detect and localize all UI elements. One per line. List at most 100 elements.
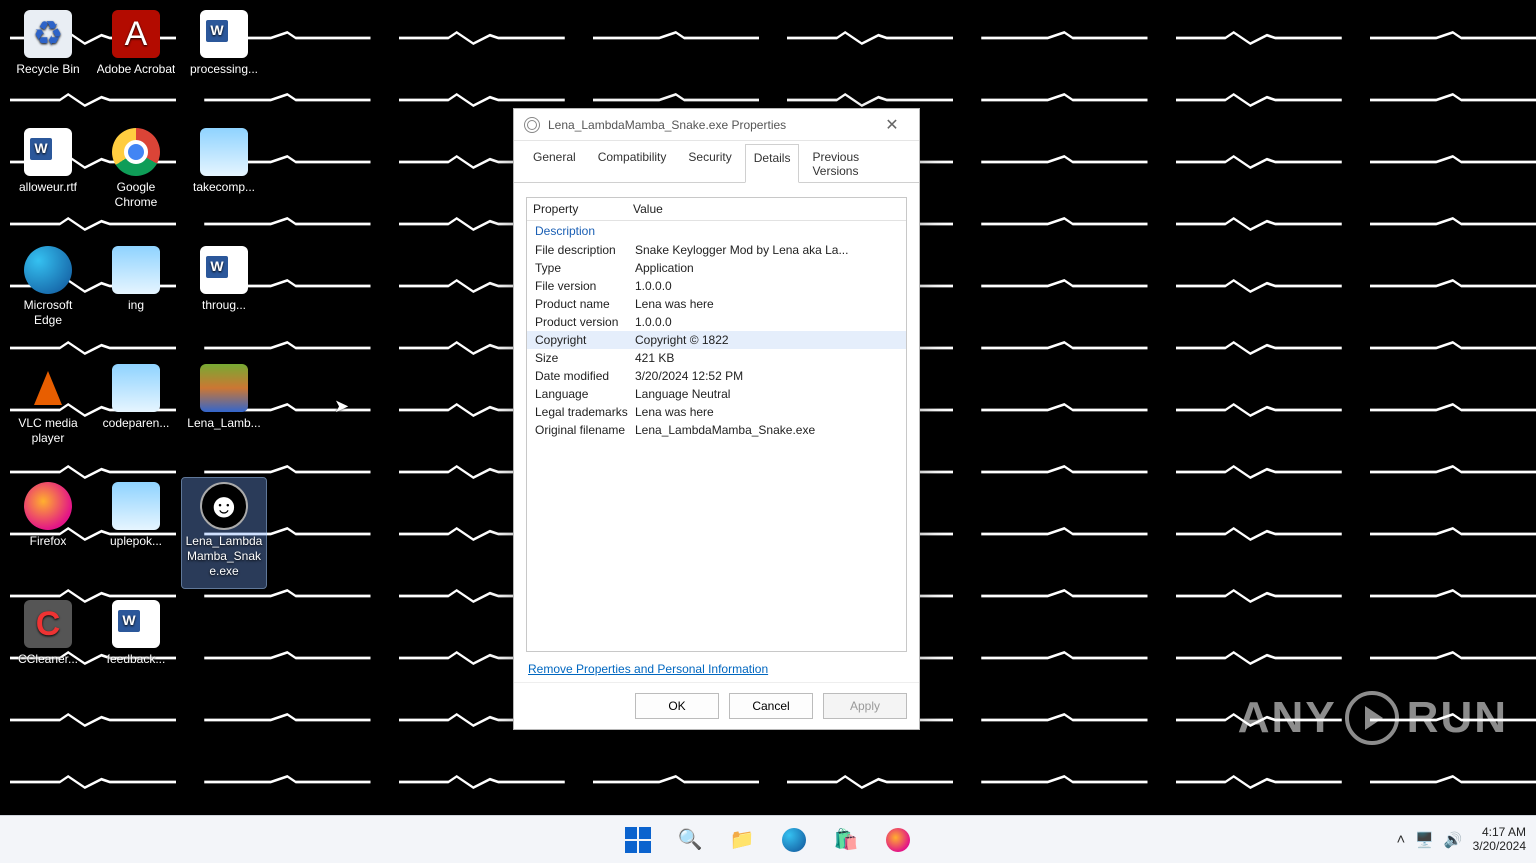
icon-label: takecomp...	[193, 180, 255, 195]
desktop-icon-12[interactable]: Firefox	[6, 478, 90, 588]
acro-icon: A	[112, 10, 160, 58]
desktop-icon-15[interactable]: C CCleaner...	[6, 596, 90, 706]
detail-row-4[interactable]: Product version1.0.0.0	[527, 313, 906, 331]
detail-prop: Product name	[535, 297, 635, 311]
detail-val: Language Neutral	[635, 387, 898, 401]
icon-label: Adobe Acrobat	[97, 62, 176, 77]
detail-val: 3/20/2024 12:52 PM	[635, 369, 898, 383]
desktop-icon-14[interactable]: ☻Lena_LambdaMamba_Snake.exe	[182, 478, 266, 588]
detail-row-7[interactable]: Date modified3/20/2024 12:52 PM	[527, 367, 906, 385]
desktop-icon-5[interactable]: takecomp...	[182, 124, 266, 234]
detail-val: 1.0.0.0	[635, 279, 898, 293]
detail-val: Lena was here	[635, 297, 898, 311]
desktop-icon-1[interactable]: A Adobe Acrobat	[94, 6, 178, 116]
system-tray[interactable]: ˄ 🖥️ 🔊	[1396, 831, 1462, 849]
desktop-icon-8[interactable]: throug...	[182, 242, 266, 352]
vlc-icon	[24, 364, 72, 412]
desktop-icon-11[interactable]: Lena_Lamb...	[182, 360, 266, 470]
pic-icon	[112, 364, 160, 412]
desktop-icon-3[interactable]: alloweur.rtf	[6, 124, 90, 234]
tab-previous-versions[interactable]: Previous Versions	[803, 143, 913, 182]
apply-button[interactable]: Apply	[823, 693, 907, 719]
detail-val: 1.0.0.0	[635, 315, 898, 329]
group-description: Description	[527, 221, 906, 241]
desktop-icon-10[interactable]: codeparen...	[94, 360, 178, 470]
dialog-title: Lena_LambdaMamba_Snake.exe Properties	[548, 118, 863, 132]
remove-properties-link[interactable]: Remove Properties and Personal Informati…	[526, 652, 907, 676]
detail-row-3[interactable]: Product nameLena was here	[527, 295, 906, 313]
col-property[interactable]: Property	[533, 202, 633, 216]
desktop-icons: ♻Recycle Bin A Adobe Acrobat processing... a…	[6, 6, 266, 706]
taskbar[interactable]: 🔍 📁 🛍️ ˄ 🖥️ 🔊 4:17 AM 3/20/2024	[0, 815, 1536, 863]
tab-general[interactable]: General	[524, 143, 585, 182]
detail-val: Copyright © 1822	[635, 333, 898, 347]
word-icon	[200, 246, 248, 294]
ok-button[interactable]: OK	[635, 693, 719, 719]
desktop-icon-7[interactable]: ing	[94, 242, 178, 352]
icon-label: feedback...	[107, 652, 166, 667]
tray-chevron-icon[interactable]: ˄	[1396, 831, 1405, 848]
desktop-icon-0[interactable]: ♻Recycle Bin	[6, 6, 90, 116]
desktop-icon-16[interactable]: feedback...	[94, 596, 178, 706]
fox-icon	[24, 482, 72, 530]
edge-icon	[24, 246, 72, 294]
desktop-icon-6[interactable]: Microsoft Edge	[6, 242, 90, 352]
icon-label: Microsoft Edge	[8, 298, 88, 328]
pic-icon	[112, 482, 160, 530]
detail-row-10[interactable]: Original filenameLena_LambdaMamba_Snake.…	[527, 421, 906, 439]
search-icon[interactable]: 🔍	[676, 826, 704, 854]
detail-prop: Language	[535, 387, 635, 401]
detail-row-5[interactable]: CopyrightCopyright © 1822	[527, 331, 906, 349]
icon-label: CCleaner...	[18, 652, 78, 667]
taskbar-clock[interactable]: 4:17 AM 3/20/2024	[1473, 826, 1526, 852]
word-icon	[200, 10, 248, 58]
detail-prop: Date modified	[535, 369, 635, 383]
volume-icon[interactable]: 🔊	[1444, 831, 1463, 849]
detail-row-6[interactable]: Size421 KB	[527, 349, 906, 367]
cc-icon: C	[24, 600, 72, 648]
detail-row-9[interactable]: Legal trademarksLena was here	[527, 403, 906, 421]
detail-prop: Legal trademarks	[535, 405, 635, 419]
close-button[interactable]: ✕	[871, 109, 913, 141]
play-icon	[1345, 691, 1399, 745]
desktop-icon-9[interactable]: VLC media player	[6, 360, 90, 470]
detail-row-1[interactable]: TypeApplication	[527, 259, 906, 277]
tab-security[interactable]: Security	[679, 143, 740, 182]
icon-label: ing	[128, 298, 144, 313]
network-icon[interactable]: 🖥️	[1415, 831, 1434, 849]
desktop-icon-2[interactable]: processing...	[182, 6, 266, 116]
explorer-icon[interactable]: 📁	[728, 826, 756, 854]
cancel-button[interactable]: Cancel	[729, 693, 813, 719]
taskbar-right: ˄ 🖥️ 🔊 4:17 AM 3/20/2024	[1396, 826, 1526, 852]
details-list[interactable]: Property Value Description File descript…	[526, 197, 907, 652]
detail-prop: Product version	[535, 315, 635, 329]
detail-val: Snake Keylogger Mod by Lena aka La...	[635, 243, 898, 257]
details-panel: Property Value Description File descript…	[514, 183, 919, 682]
dialog-buttons: OK Cancel Apply	[514, 682, 919, 729]
firefox-icon[interactable]	[884, 826, 912, 854]
app-icon	[524, 117, 540, 133]
column-headers[interactable]: Property Value	[527, 198, 906, 221]
taskbar-center: 🔍 📁 🛍️	[624, 826, 912, 854]
start-button[interactable]	[624, 826, 652, 854]
detail-row-0[interactable]: File descriptionSnake Keylogger Mod by L…	[527, 241, 906, 259]
detail-val: Application	[635, 261, 898, 275]
icon-label: Lena_LambdaMamba_Snake.exe	[184, 534, 264, 579]
icon-label: throug...	[202, 298, 246, 313]
pic-icon	[112, 246, 160, 294]
col-value[interactable]: Value	[633, 202, 900, 216]
tab-details[interactable]: Details	[745, 144, 800, 183]
store-icon[interactable]: 🛍️	[832, 826, 860, 854]
detail-row-2[interactable]: File version1.0.0.0	[527, 277, 906, 295]
icon-label: uplepok...	[110, 534, 162, 549]
dialog-titlebar[interactable]: Lena_LambdaMamba_Snake.exe Properties ✕	[514, 109, 919, 141]
anyrun-watermark: ANY RUN	[1238, 691, 1508, 745]
detail-val: Lena was here	[635, 405, 898, 419]
tab-compatibility[interactable]: Compatibility	[589, 143, 676, 182]
desktop-icon-13[interactable]: uplepok...	[94, 478, 178, 588]
edge-icon[interactable]	[780, 826, 808, 854]
detail-row-8[interactable]: LanguageLanguage Neutral	[527, 385, 906, 403]
desktop-icon-4[interactable]: Google Chrome	[94, 124, 178, 234]
word-icon	[24, 128, 72, 176]
tabs: GeneralCompatibilitySecurityDetailsPrevi…	[514, 141, 919, 183]
